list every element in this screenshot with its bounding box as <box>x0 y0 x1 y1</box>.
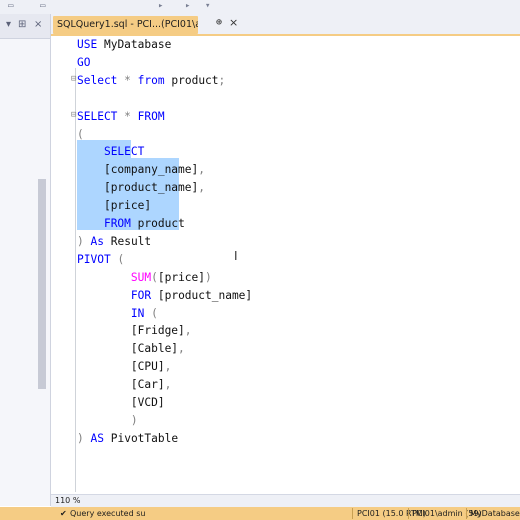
collapse-icon[interactable]: ⊟ <box>71 74 76 84</box>
toolbar-icon-1[interactable]: ▭ <box>8 2 18 11</box>
status-message: Query executed su <box>70 509 146 518</box>
code-line[interactable]: FROM product <box>77 215 185 233</box>
code-line[interactable]: ( <box>77 126 84 144</box>
top-toolbar: ▭ ▭ ▸ ▸ ▾ <box>0 0 520 15</box>
code-line[interactable]: Select * from product; <box>77 72 225 90</box>
query-editor[interactable]: USE MyDatabase GO Select * from product; ⊟ S… <box>51 36 520 494</box>
status-database: MyDatabase <box>470 509 520 518</box>
code-line[interactable]: USE MyDatabase <box>77 36 171 54</box>
document-tabstrip: SQLQuery1.sql - PCI...(PCI01\admin (59))… <box>51 14 520 36</box>
zoom-bar: 110 % <box>51 494 520 507</box>
code-line[interactable]: ) AS PivotTable <box>77 430 178 448</box>
status-ok-icon: ✔ <box>60 509 67 518</box>
panel-dock-icon[interactable]: ⊞ <box>18 19 26 30</box>
editor-gutter <box>75 68 76 492</box>
pin-icon[interactable]: ⊕ <box>216 17 222 28</box>
code-line[interactable]: [product_name], <box>77 179 205 197</box>
code-line[interactable]: [VCD] <box>77 394 165 412</box>
tab-title: SQLQuery1.sql - PCI...(PCI01\admin (59))… <box>57 19 198 30</box>
toolbar-icon-3[interactable]: ▸ <box>158 2 168 11</box>
code-line[interactable]: [Car], <box>77 376 171 394</box>
code-line[interactable]: PIVOT ( <box>77 251 124 269</box>
code-line[interactable]: [price] <box>77 197 151 215</box>
toolbar-icon-4[interactable]: ▸ <box>185 2 195 11</box>
tab-sqlquery1[interactable]: SQLQuery1.sql - PCI...(PCI01\admin (59))… <box>53 16 198 34</box>
code-line[interactable]: [Fridge], <box>77 322 192 340</box>
toolbar-icon-5[interactable]: ▾ <box>205 2 215 11</box>
panel-scrollbar[interactable] <box>38 179 46 389</box>
code-line[interactable]: SELECT <box>77 143 144 161</box>
close-icon[interactable]: × <box>229 16 238 29</box>
object-explorer-panel: ▾ ⊞ × <box>0 14 51 506</box>
zoom-level[interactable]: 110 % <box>55 496 80 505</box>
code-line[interactable]: [company_name], <box>77 161 205 179</box>
code-line[interactable]: SELECT * FROM <box>77 108 165 126</box>
status-bar: ✔ Query executed su PCI01 (15.0 RTM) PCI… <box>0 507 520 520</box>
code-line[interactable]: SUM([price]) <box>77 269 212 287</box>
code-line[interactable]: IN ( <box>77 305 158 323</box>
code-line[interactable]: FOR [product_name] <box>77 287 252 305</box>
panel-pin-icon[interactable]: ▾ <box>6 19 11 30</box>
toolbar-icon-2[interactable]: ▭ <box>40 2 50 11</box>
panel-header: ▾ ⊞ × <box>0 14 50 39</box>
code-line[interactable]: ) As Result <box>77 233 151 251</box>
collapse-icon[interactable]: ⊟ <box>71 110 76 120</box>
text-cursor-icon: I <box>234 249 238 263</box>
code-line[interactable]: GO <box>77 54 90 72</box>
code-line[interactable]: ) <box>77 412 138 430</box>
code-line[interactable]: [Cable], <box>77 340 185 358</box>
panel-close-icon[interactable]: × <box>34 19 42 30</box>
code-line[interactable]: [CPU], <box>77 358 171 376</box>
